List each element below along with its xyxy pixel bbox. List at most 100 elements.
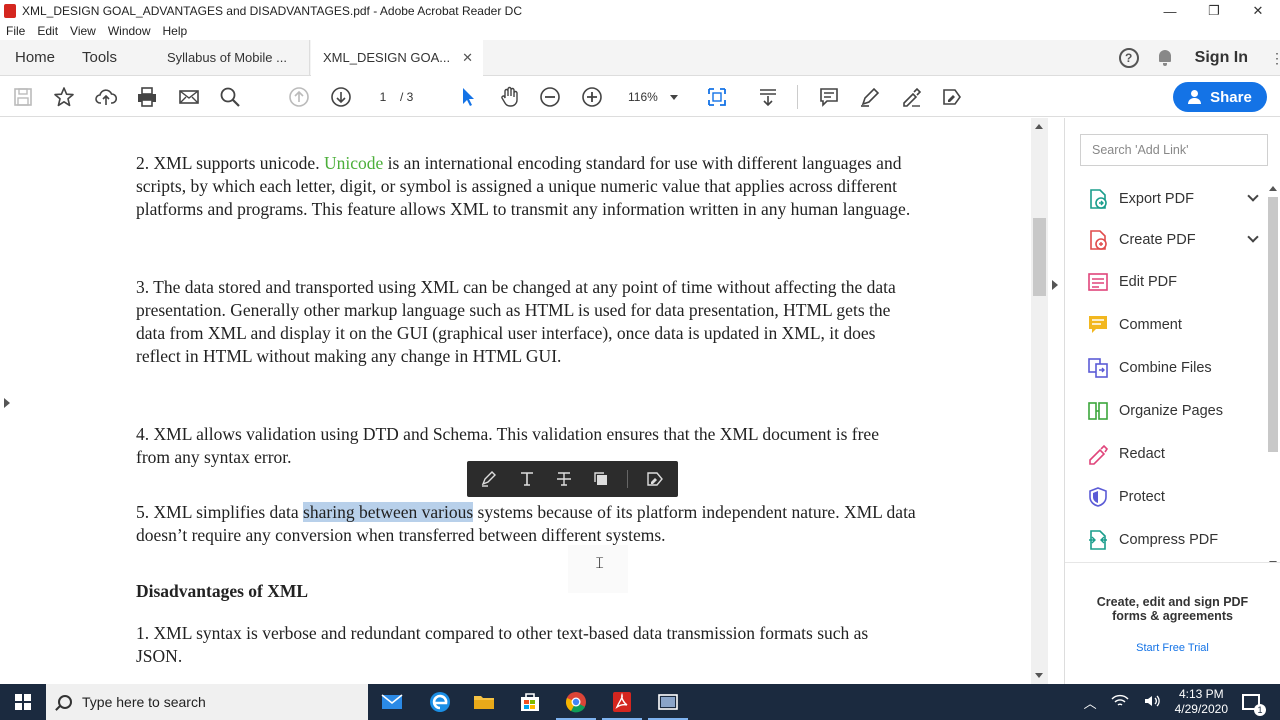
combine-files-icon: [1087, 357, 1109, 379]
volume-icon[interactable]: [1143, 694, 1161, 711]
scroll-down-icon[interactable]: [1035, 673, 1043, 678]
tool-label: Protect: [1119, 489, 1165, 505]
zoom-level-select[interactable]: 116%: [622, 87, 684, 107]
selected-text[interactable]: sharing between various: [303, 502, 474, 522]
tab-home[interactable]: Home: [15, 40, 55, 76]
paragraph-5-before: 5. XML simplifies data: [136, 502, 304, 522]
page-number-input[interactable]: 1: [368, 87, 398, 107]
wifi-icon[interactable]: [1111, 694, 1129, 711]
copy-icon[interactable]: [592, 470, 610, 488]
tab-xml-design-document[interactable]: XML_DESIGN GOA... ✕: [311, 40, 483, 76]
tab-tools[interactable]: Tools: [82, 40, 117, 76]
highlight-icon[interactable]: [480, 470, 498, 488]
collapse-right-pane-icon[interactable]: [1052, 280, 1058, 290]
tool-comment[interactable]: Comment: [1087, 312, 1257, 338]
highlight-pen-icon[interactable]: [858, 85, 882, 109]
unicode-link[interactable]: Unicode: [324, 153, 383, 173]
bookmark-star-icon[interactable]: [52, 85, 76, 109]
acrobat-taskbar-icon[interactable]: [602, 688, 642, 720]
chevron-down-icon[interactable]: [1247, 190, 1259, 202]
start-free-trial-link[interactable]: Start Free Trial: [1065, 642, 1280, 654]
search-icon: [58, 695, 72, 709]
windows-logo-icon: [15, 694, 31, 710]
tool-create-pdf[interactable]: Create PDF: [1087, 227, 1259, 253]
next-page-icon[interactable]: [329, 85, 353, 109]
strikethrough-text-icon[interactable]: [518, 470, 536, 488]
tool-organize-pages[interactable]: Organize Pages: [1087, 398, 1257, 424]
menu-edit[interactable]: Edit: [37, 24, 58, 38]
previous-page-icon[interactable]: [287, 85, 311, 109]
comment-icon[interactable]: [817, 85, 841, 109]
taskbar-search-box[interactable]: Type here to search: [46, 684, 368, 720]
fill-sign-icon[interactable]: [899, 85, 923, 109]
menu-window[interactable]: Window: [108, 24, 151, 38]
search-tools-input[interactable]: Search 'Add Link': [1080, 134, 1268, 166]
replace-text-icon[interactable]: [555, 470, 573, 488]
tool-combine-files[interactable]: Combine Files: [1087, 355, 1257, 381]
notifications-bell-icon[interactable]: [1157, 49, 1173, 67]
tool-edit-pdf[interactable]: Edit PDF: [1087, 269, 1257, 295]
scroll-up-icon[interactable]: [1035, 124, 1043, 129]
paragraph-3: 3. The data stored and transported using…: [136, 277, 896, 366]
email-icon[interactable]: [177, 85, 201, 109]
start-button[interactable]: [0, 684, 46, 720]
promo-title-line1: Create, edit and sign PDF: [1096, 595, 1249, 609]
expand-left-pane-icon[interactable]: [4, 398, 10, 408]
action-center-icon[interactable]: 1: [1242, 694, 1266, 716]
scroll-up-icon[interactable]: [1269, 186, 1277, 191]
comment-icon: [1087, 314, 1109, 336]
chevron-down-icon: [670, 95, 678, 100]
upload-cloud-icon[interactable]: [94, 85, 118, 109]
scrollbar-thumb[interactable]: [1268, 197, 1278, 452]
tools-pane-scrollbar[interactable]: [1266, 183, 1280, 566]
menu-help[interactable]: Help: [163, 24, 188, 38]
edge-browser-icon[interactable]: [426, 688, 454, 716]
document-scrollbar[interactable]: [1031, 118, 1048, 684]
paragraph-5: 5. XML simplifies data sharing between v…: [136, 501, 916, 547]
page-fit-icon[interactable]: [705, 85, 729, 109]
minimize-button[interactable]: —: [1148, 0, 1192, 22]
restore-button[interactable]: ❐: [1192, 0, 1236, 22]
more-options-icon[interactable]: [646, 470, 664, 488]
show-hidden-icons-chevron-icon[interactable]: ︿: [1084, 693, 1097, 712]
tool-compress-pdf[interactable]: Compress PDF: [1087, 527, 1257, 553]
tool-protect[interactable]: Protect: [1087, 484, 1257, 510]
chevron-down-icon[interactable]: [1247, 231, 1259, 243]
share-label: Share: [1210, 88, 1252, 106]
tab-syllabus-document[interactable]: Syllabus of Mobile ...: [155, 40, 310, 76]
find-magnifier-icon[interactable]: [218, 85, 242, 109]
share-button[interactable]: Share: [1173, 82, 1267, 112]
mail-app-icon[interactable]: [378, 688, 406, 716]
system-clock[interactable]: 4:13 PM 4/29/2020: [1175, 687, 1228, 717]
zoom-level-value: 116%: [628, 90, 658, 104]
redact-icon: [1087, 443, 1109, 465]
send-for-signature-icon[interactable]: [940, 85, 964, 109]
more-menu-icon[interactable]: ⋮: [1270, 50, 1280, 67]
help-icon[interactable]: ?: [1118, 48, 1139, 68]
menu-file[interactable]: File: [6, 24, 25, 38]
selection-cursor-icon[interactable]: [456, 85, 480, 109]
text-cursor-icon: 𝙸: [594, 555, 606, 572]
file-explorer-icon[interactable]: [470, 688, 498, 716]
tabs-row: Home Tools Syllabus of Mobile ... XML_DE…: [0, 40, 1280, 76]
zoom-in-icon[interactable]: [580, 85, 604, 109]
tool-export-pdf[interactable]: Export PDF: [1087, 186, 1259, 212]
scroll-mode-icon[interactable]: [756, 85, 780, 109]
video-app-icon[interactable]: [648, 688, 688, 720]
tool-redact[interactable]: Redact: [1087, 441, 1257, 467]
close-tab-icon[interactable]: ✕: [462, 40, 473, 76]
zoom-out-icon[interactable]: [538, 85, 562, 109]
save-icon[interactable]: [11, 85, 35, 109]
windows-taskbar: Type here to search ︿ 4:13 PM 4/29/2020 …: [0, 684, 1280, 720]
close-window-button[interactable]: ✕: [1236, 0, 1280, 22]
store-app-icon[interactable]: [516, 688, 544, 716]
menu-view[interactable]: View: [70, 24, 96, 38]
sign-in-button[interactable]: Sign In: [1195, 49, 1248, 67]
print-icon[interactable]: [135, 85, 159, 109]
scrollbar-thumb[interactable]: [1033, 218, 1046, 296]
hand-tool-icon[interactable]: [498, 85, 522, 109]
paragraph-2-number: 2. XML supports unicode.: [136, 153, 324, 173]
acrobat-app-icon: [4, 4, 16, 18]
chrome-browser-icon[interactable]: [556, 688, 596, 720]
organize-pages-icon: [1087, 400, 1109, 422]
